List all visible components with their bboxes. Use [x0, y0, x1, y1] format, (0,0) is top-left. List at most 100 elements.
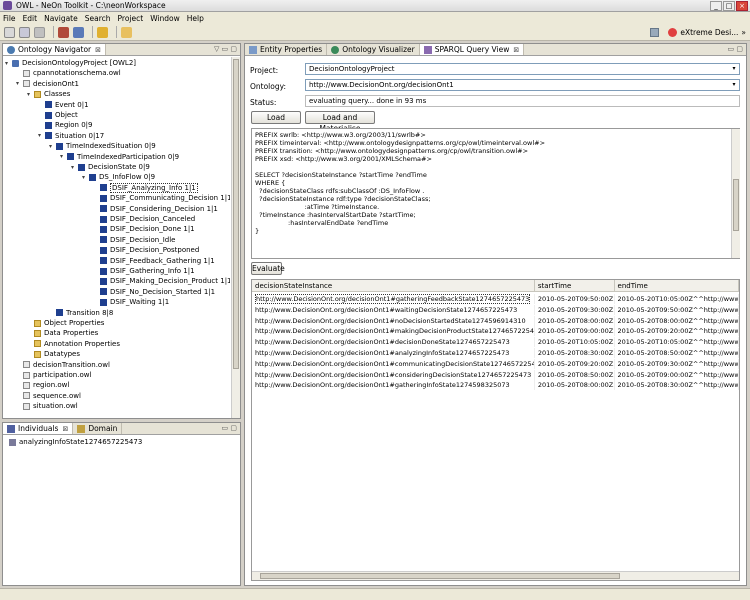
close-tab-icon[interactable]: ⊠ — [62, 425, 68, 433]
project-select[interactable]: DecisionOntologyProject ▾ — [305, 63, 740, 75]
evaluate-button[interactable]: Evaluate — [251, 262, 285, 275]
maximize-button[interactable]: □ — [723, 1, 735, 11]
tree-node[interactable]: Data Properties — [27, 328, 98, 338]
tree-node[interactable]: Datatypes — [27, 349, 80, 359]
query-scrollbar[interactable] — [731, 129, 740, 258]
tree-node[interactable]: DSIF_Analyzing_Info 1|1 — [93, 182, 198, 193]
tab-ontology-visualizer[interactable]: Ontology Visualizer — [327, 44, 420, 55]
close-button[interactable]: × — [736, 1, 748, 11]
tree-node[interactable]: sequence.owl — [16, 391, 81, 401]
table-row[interactable]: http://www.DecisionOnt.org/decisionOnt1#… — [252, 326, 739, 337]
tree-node[interactable]: DSIF_Decision_Idle — [93, 235, 176, 245]
list-item[interactable]: analyzingInfoState1274657225473 — [9, 437, 142, 447]
tree-node[interactable]: Object Properties — [27, 318, 104, 328]
load-and-materialise-button[interactable]: Load and Materialise — [305, 111, 375, 133]
close-tab-icon[interactable]: ⊠ — [95, 46, 101, 54]
results-horizontal-scrollbar[interactable] — [252, 571, 739, 580]
tree-node[interactable]: Object — [38, 110, 78, 120]
tree-node[interactable]: decisionTransition.owl — [16, 360, 110, 370]
tree-node[interactable]: DSIF_Decision_Canceled — [93, 214, 195, 224]
tree-node[interactable]: region.owl — [16, 380, 69, 390]
tab-entity-properties[interactable]: Entity Properties — [245, 44, 328, 55]
expand-toggle-icon[interactable]: ▾ — [82, 174, 88, 181]
view-menu-controls[interactable]: ▽ ▭ ▢ — [214, 45, 237, 53]
table-row[interactable]: http://www.DecisionOnt.org/decisionOnt1#… — [252, 315, 739, 326]
scrollbar-thumb[interactable] — [233, 59, 239, 369]
tree-node[interactable]: situation.owl — [16, 401, 78, 411]
table-row[interactable]: http://www.DecisionOnt.org/decisionOnt1#… — [252, 369, 739, 380]
back-icon[interactable] — [121, 26, 132, 38]
expand-toggle-icon[interactable]: ▾ — [27, 91, 33, 98]
tree-node[interactable]: Annotation Properties — [27, 339, 120, 349]
open-perspective-button[interactable] — [647, 28, 665, 37]
tab-domain[interactable]: Domain — [73, 423, 123, 434]
print-icon[interactable] — [34, 26, 45, 38]
column-header-start-time[interactable]: startTime — [535, 280, 615, 291]
expand-toggle-icon[interactable]: ▾ — [16, 80, 22, 87]
table-row[interactable]: http://www.DecisionOnt.org/decisionOnt1#… — [252, 380, 739, 391]
tree-node[interactable]: cpannotationschema.owl — [16, 68, 121, 78]
tree-node[interactable]: DSIF_Feedback_Gathering 1|1 — [93, 256, 215, 266]
table-row[interactable]: http://www.DecisionOnt.org/decisionOnt1#… — [252, 294, 739, 304]
window-title-bar[interactable]: OWL - NeOn Toolkit - C:\neonWorkspace _ … — [0, 0, 750, 12]
perspective-xd[interactable]: eXtreme Desi... — [665, 28, 741, 37]
close-tab-icon[interactable]: ⊠ — [513, 46, 519, 54]
tree-node[interactable]: DSIF_Making_Decision_Product 1|1 — [93, 276, 230, 286]
menu-help[interactable]: Help — [187, 14, 204, 23]
expand-toggle-icon[interactable]: ▾ — [71, 164, 77, 171]
tree-node[interactable]: Event 0|1 — [38, 100, 89, 110]
tree-node[interactable]: ▾ DecisionState 0|9 — [71, 162, 150, 172]
table-row[interactable]: http://www.DecisionOnt.org/decisionOnt1#… — [252, 348, 739, 358]
menu-window[interactable]: Window — [150, 14, 180, 23]
table-row[interactable]: http://www.DecisionOnt.org/decisionOnt1#… — [252, 304, 739, 315]
new-icon[interactable] — [4, 26, 15, 38]
tree-node[interactable]: DSIF_No_Decision_Started 1|1 — [93, 287, 215, 297]
tab-sparql-query-view[interactable]: SPARQL Query View ⊠ — [419, 44, 525, 55]
view-menu-controls[interactable]: ▭ ▢ — [728, 45, 743, 53]
save-icon[interactable] — [19, 26, 30, 38]
tree-node[interactable]: ▾ Situation 0|17 — [38, 131, 104, 141]
run-icon[interactable] — [97, 26, 108, 38]
column-header-instance[interactable]: decisionStateInstance — [252, 280, 535, 291]
tree-node[interactable]: DSIF_Communicating_Decision 1|1 — [93, 193, 230, 203]
ontology-icon[interactable] — [58, 26, 69, 38]
tree-node[interactable]: participation.owl — [16, 370, 91, 380]
tree-node[interactable]: ▾ TimeIndexedSituation 0|9 — [49, 141, 156, 151]
scrollbar-thumb[interactable] — [733, 179, 739, 231]
table-row[interactable]: http://www.DecisionOnt.org/decisionOnt1#… — [252, 358, 739, 369]
tab-individuals[interactable]: Individuals ⊠ — [3, 423, 74, 434]
tree-node[interactable]: DSIF_Decision_Postponed — [93, 245, 199, 255]
tree-node[interactable]: ▾ TimeIndexedParticipation 0|9 — [60, 152, 179, 162]
load-button[interactable]: Load — [251, 111, 301, 124]
tree-node[interactable]: DSIF_Considering_Decision 1|1 — [93, 204, 218, 214]
navigator-scrollbar[interactable] — [231, 57, 240, 418]
navigator-icon[interactable] — [73, 26, 84, 38]
expand-toggle-icon[interactable]: ▾ — [60, 153, 66, 160]
ontology-select[interactable]: http://www.DecisionOnt.org/decisionOnt1 … — [305, 79, 740, 91]
column-header-end-time[interactable]: endTime — [615, 280, 739, 291]
tree-node[interactable]: ▾ Classes — [27, 89, 70, 99]
perspective-overflow[interactable]: » — [741, 28, 746, 37]
scrollbar-thumb[interactable] — [260, 573, 620, 579]
view-menu-controls[interactable]: ▭ ▢ — [222, 424, 237, 432]
tree-node[interactable]: ▾ DecisionOntologyProject [OWL2] — [5, 58, 136, 68]
menu-project[interactable]: Project — [118, 14, 144, 23]
tree-node[interactable]: Transition 8|8 — [49, 308, 113, 318]
sparql-query-editor[interactable]: PREFIX swrlb: <http://www.w3.org/2003/11… — [251, 128, 740, 259]
tree-node[interactable]: ▾ DS_InfoFlow 0|9 — [82, 172, 155, 182]
minimize-button[interactable]: _ — [710, 1, 722, 11]
menu-file[interactable]: File — [3, 14, 16, 23]
menu-navigate[interactable]: Navigate — [44, 14, 78, 23]
tree-node[interactable]: Region 0|9 — [38, 120, 92, 130]
menu-search[interactable]: Search — [85, 14, 111, 23]
expand-toggle-icon[interactable]: ▾ — [49, 143, 55, 150]
expand-toggle-icon[interactable]: ▾ — [5, 60, 11, 67]
tree-node[interactable]: ▾ decisionOnt1 — [16, 79, 79, 89]
tree-node[interactable]: DSIF_Gathering_Info 1|1 — [93, 266, 195, 276]
tab-ontology-navigator[interactable]: Ontology Navigator ⊠ — [3, 44, 107, 55]
tree-node[interactable]: DSIF_Waiting 1|1 — [93, 297, 169, 307]
expand-toggle-icon[interactable]: ▾ — [38, 132, 44, 139]
tree-node[interactable]: DSIF_Decision_Done 1|1 — [93, 224, 195, 234]
table-row[interactable]: http://www.DecisionOnt.org/decisionOnt1#… — [252, 337, 739, 348]
menu-edit[interactable]: Edit — [23, 14, 38, 23]
